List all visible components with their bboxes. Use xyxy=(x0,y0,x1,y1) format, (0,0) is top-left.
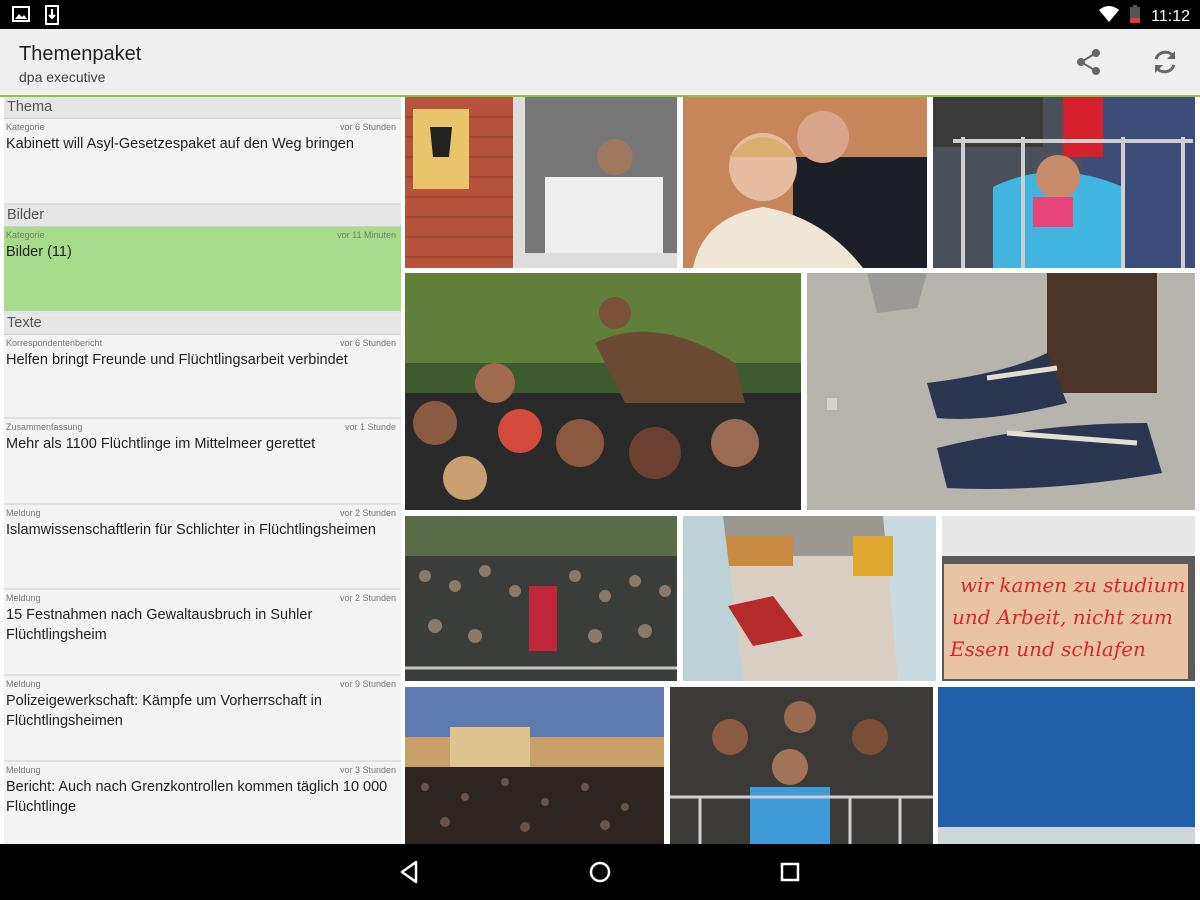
topic-list: Thema Kategorie vor 6 Stunden Kabinett w… xyxy=(4,97,401,844)
item-category: Meldung xyxy=(6,593,41,603)
photo-thumbnail[interactable]: wir kamen zu studium und Arbeit, nicht z… xyxy=(942,516,1195,681)
item-headline: Mehr als 1100 Flüchtlinge im Mittelmeer … xyxy=(6,436,316,452)
protest-sign-line-2: und Arbeit, nicht zum xyxy=(952,605,1173,629)
recents-icon xyxy=(780,862,800,882)
photo-thumbnail[interactable] xyxy=(938,687,1195,844)
item-time: vor 2 Stunden xyxy=(339,508,396,518)
item-category: Meldung xyxy=(6,765,41,775)
list-item[interactable]: Korrespondentenbericht vor 6 Stunden Hel… xyxy=(4,335,401,419)
item-time: vor 1 Stunde xyxy=(344,422,396,432)
section-header-bilder: Bilder xyxy=(4,205,401,227)
list-item[interactable]: Meldung vor 3 Stunden Bericht: Auch nach… xyxy=(4,762,401,844)
item-time: vor 6 Stunden xyxy=(339,338,396,348)
page-title: Themenpaket xyxy=(19,43,142,65)
photo-thumbnail[interactable] xyxy=(405,97,677,268)
home-button[interactable] xyxy=(586,858,614,886)
photo-thumbnail[interactable] xyxy=(670,687,933,844)
share-button[interactable] xyxy=(1072,45,1106,79)
item-headline: 15 Festnahmen nach Gewaltausbruch in Suh… xyxy=(6,607,313,643)
photo-thumbnail[interactable] xyxy=(683,97,927,268)
photo-thumbnail[interactable] xyxy=(405,687,664,844)
item-headline: Helfen bringt Freunde und Flüchtlingsarb… xyxy=(6,352,348,368)
app-bar: Themenpaket dpa executive xyxy=(0,29,1200,97)
photo-thumbnail[interactable] xyxy=(683,516,936,681)
item-headline: Bericht: Auch nach Grenzkontrollen komme… xyxy=(6,779,388,815)
item-time: vor 11 Minuten xyxy=(337,230,396,240)
item-time: vor 2 Stunden xyxy=(339,593,396,603)
item-time: vor 9 Stunden xyxy=(339,679,396,689)
list-item[interactable]: Meldung vor 2 Stunden Islamwissenschaftl… xyxy=(4,505,401,590)
gallery-notification-icon xyxy=(12,5,30,30)
refresh-button[interactable] xyxy=(1148,45,1182,79)
item-category: Kategorie xyxy=(6,122,45,132)
item-headline: Islamwissenschaftlerin für Schlichter in… xyxy=(6,522,376,538)
protest-sign-line-3: Essen und schlafen xyxy=(949,637,1146,661)
back-icon xyxy=(400,860,418,884)
item-category: Meldung xyxy=(6,508,41,518)
home-icon xyxy=(589,861,611,883)
item-time: vor 3 Stunden xyxy=(339,765,396,775)
navigation-bar xyxy=(0,844,1200,900)
photo-thumbnail[interactable] xyxy=(405,516,677,681)
protest-sign-line-1: wir kamen zu studium xyxy=(960,573,1186,597)
item-category: Korrespondentenbericht xyxy=(6,338,103,348)
item-time: vor 6 Stunden xyxy=(339,122,396,132)
battery-icon xyxy=(1129,4,1141,29)
list-item[interactable]: Meldung vor 2 Stunden 15 Festnahmen nach… xyxy=(4,590,401,676)
photo-grid: wir kamen zu studium und Arbeit, nicht z… xyxy=(405,97,1200,844)
photo-thumbnail[interactable] xyxy=(405,273,801,510)
clock: 11:12 xyxy=(1151,7,1190,25)
download-notification-icon xyxy=(44,5,60,30)
section-header-texte: Texte xyxy=(4,313,401,335)
item-headline: Bilder (11) xyxy=(6,244,72,260)
item-headline: Polizeigewerkschaft: Kämpfe um Vorherrsc… xyxy=(6,693,322,729)
photo-thumbnail[interactable] xyxy=(933,97,1195,268)
list-item[interactable]: Meldung vor 9 Stunden Polizeigewerkschaf… xyxy=(4,676,401,762)
status-bar: 11:12 xyxy=(0,0,1200,29)
share-icon xyxy=(1077,49,1100,75)
page-subtitle: dpa executive xyxy=(19,69,106,85)
item-category: Meldung xyxy=(6,679,41,689)
list-item-selected[interactable]: Kategorie vor 11 Minuten Bilder (11) xyxy=(4,227,401,313)
photo-thumbnail[interactable] xyxy=(807,273,1195,510)
item-category: Zusammenfassung xyxy=(6,422,83,432)
refresh-icon xyxy=(1154,50,1176,74)
item-headline: Kabinett will Asyl-Gesetzespaket auf den… xyxy=(6,136,354,152)
list-item[interactable]: Zusammenfassung vor 1 Stunde Mehr als 11… xyxy=(4,419,401,505)
back-button[interactable] xyxy=(396,858,424,886)
recents-button[interactable] xyxy=(776,858,804,886)
wifi-icon xyxy=(1099,6,1120,27)
section-header-thema: Thema xyxy=(4,97,401,119)
list-item[interactable]: Kategorie vor 6 Stunden Kabinett will As… xyxy=(4,119,401,205)
